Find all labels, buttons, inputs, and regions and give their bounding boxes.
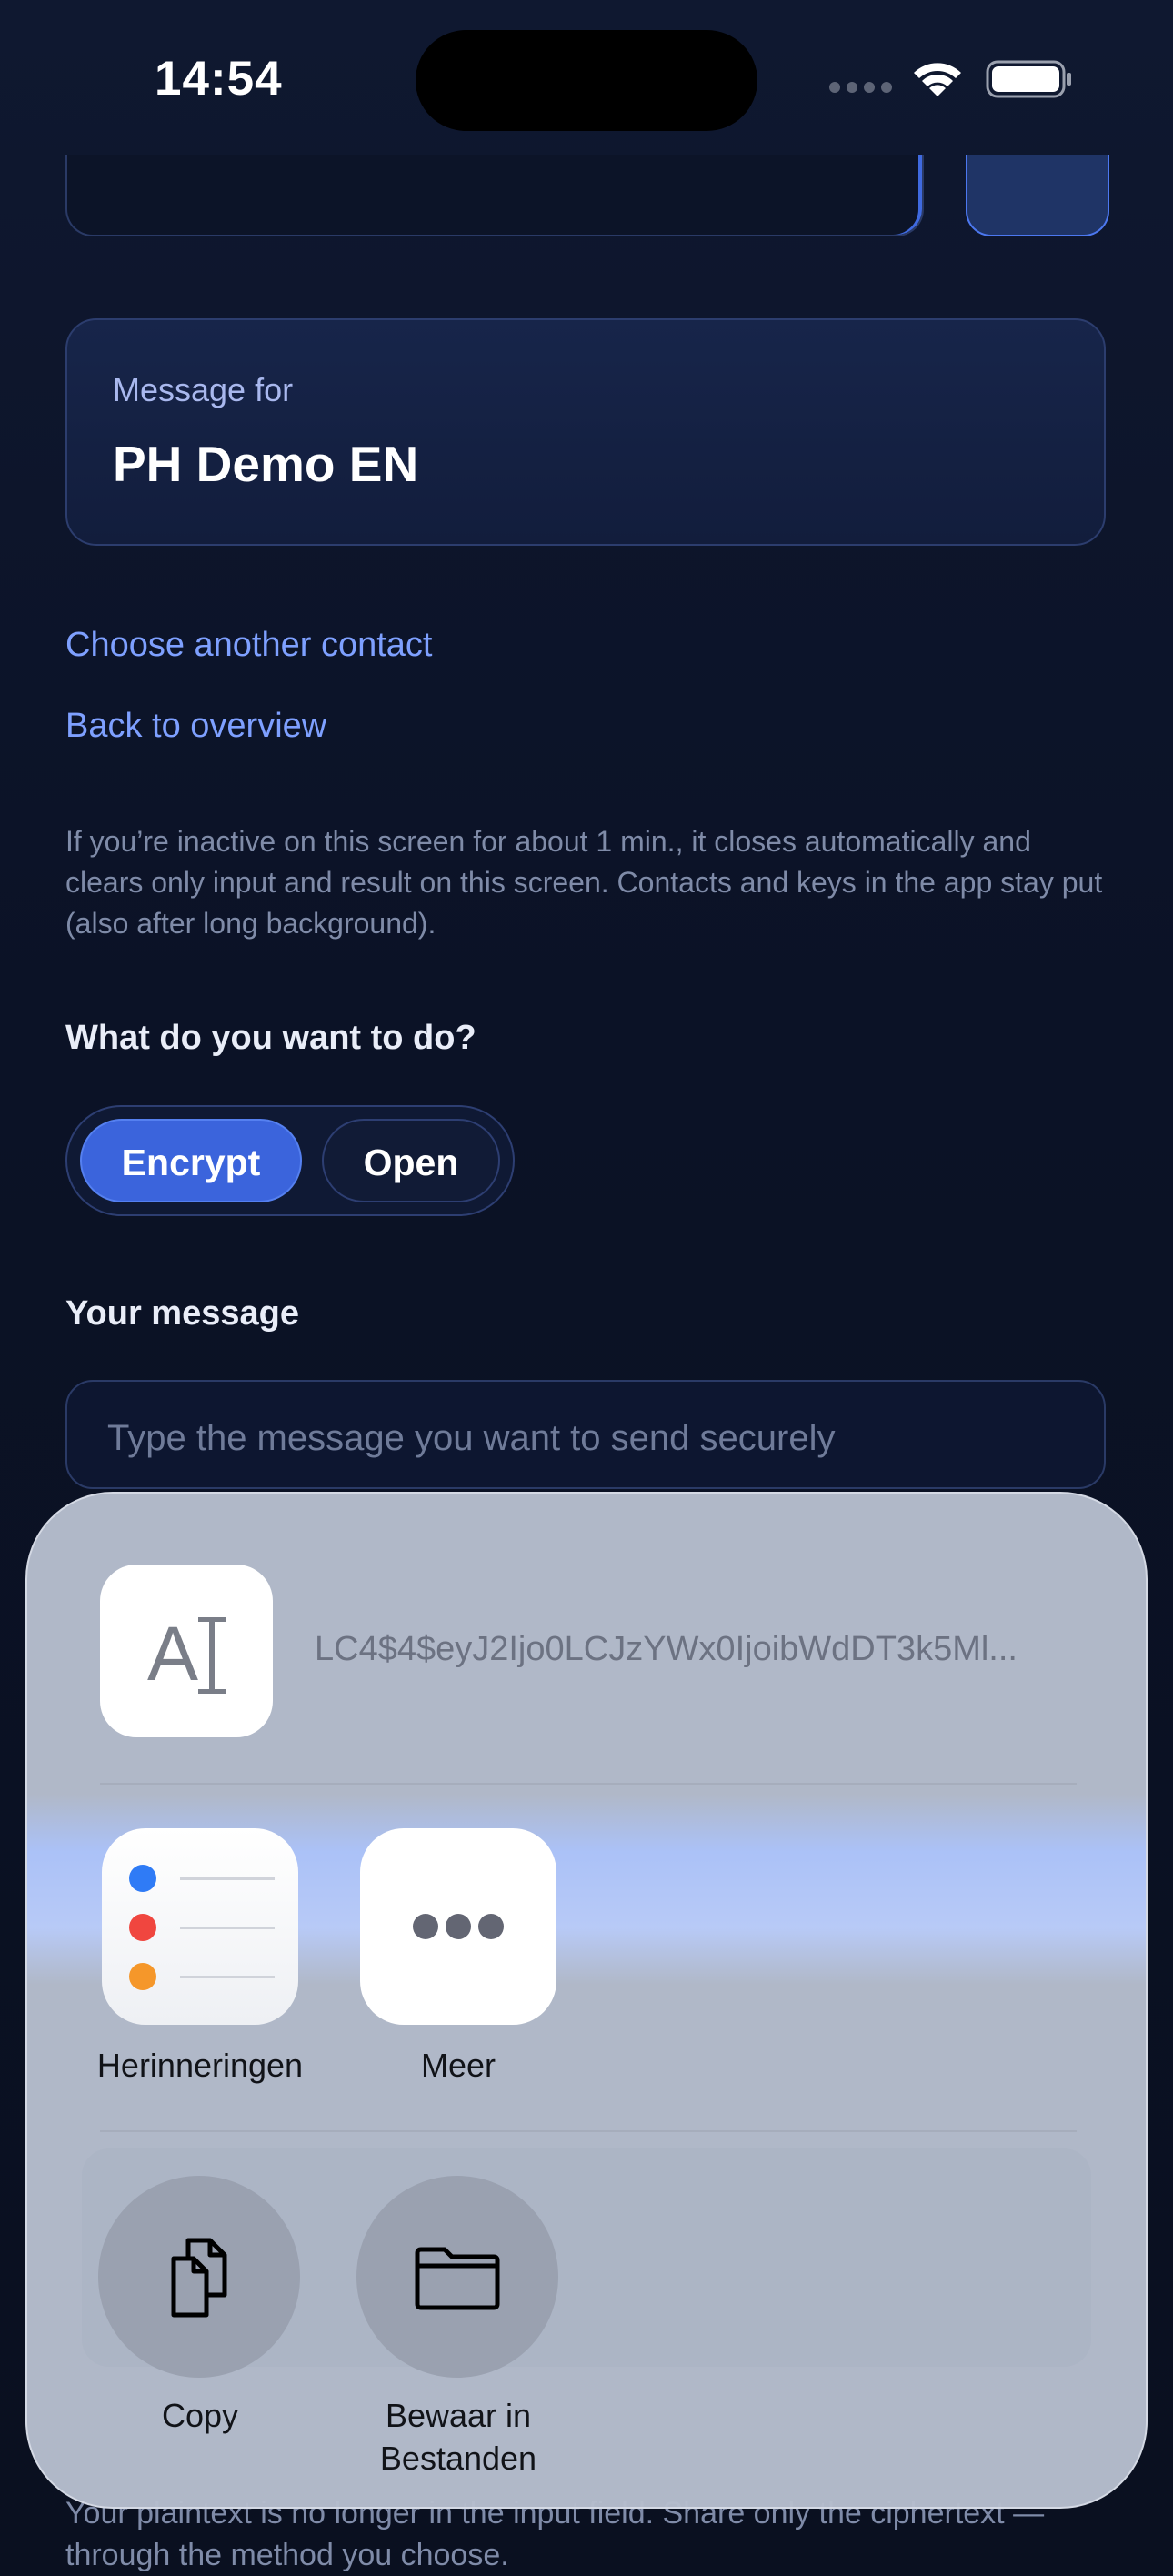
contact-card: Message for PH Demo EN bbox=[65, 318, 1106, 546]
more-icon[interactable] bbox=[360, 1828, 556, 2025]
top-input-field[interactable] bbox=[65, 155, 924, 236]
encrypt-button[interactable]: Encrypt bbox=[80, 1119, 302, 1202]
save-label-line1: Bewaar in bbox=[385, 2397, 532, 2434]
share-preview-text: LC4$4$eyJ2Ijo0LCJzYWx0IjoibWdDT3k5Ml... bbox=[315, 1630, 1018, 1668]
status-time: 14:54 bbox=[155, 52, 283, 106]
more-label: Meer bbox=[420, 2047, 496, 2084]
copy-button[interactable] bbox=[98, 2176, 300, 2378]
message-label: Your message bbox=[65, 1294, 299, 1333]
copy-icon bbox=[171, 2238, 227, 2318]
card-label: Message for bbox=[113, 371, 294, 408]
save-label-line2: Bestanden bbox=[379, 2440, 537, 2477]
save-to-files-button[interactable] bbox=[356, 2176, 558, 2378]
battery-icon bbox=[986, 60, 1071, 98]
sheet-divider bbox=[100, 1783, 1077, 1785]
share-sheet: A LC4$4$eyJ2Ijo0LCJzYWx0IjoibWdDT3k5Ml..… bbox=[25, 1492, 1148, 2509]
mode-segmented-control: Encrypt Open bbox=[65, 1105, 515, 1216]
copy-label: Copy bbox=[161, 2397, 239, 2434]
save-to-files-label: Bewaar in Bestanden bbox=[331, 2394, 586, 2480]
folder-icon bbox=[415, 2247, 500, 2310]
cellular-signal-icon bbox=[829, 82, 893, 96]
choose-another-contact-link[interactable]: Choose another contact bbox=[65, 626, 433, 665]
reminders-icon[interactable] bbox=[102, 1828, 298, 2025]
status-bar: 14:54 bbox=[0, 0, 1173, 159]
mode-label: What do you want to do? bbox=[65, 1019, 476, 1057]
sheet-divider bbox=[100, 2130, 1077, 2132]
contact-name: PH Demo EN bbox=[113, 436, 419, 492]
open-button[interactable]: Open bbox=[322, 1119, 500, 1202]
reminders-label: Herinneringen bbox=[96, 2047, 304, 2084]
message-placeholder: Type the message you want to send secure… bbox=[107, 1418, 836, 1458]
back-to-overview-link[interactable]: Back to overview bbox=[65, 707, 326, 746]
inactivity-note: If you’re inactive on this screen for ab… bbox=[65, 825, 1103, 940]
text-preview-icon: A bbox=[100, 1565, 273, 1737]
message-input[interactable]: Type the message you want to send secure… bbox=[65, 1380, 1106, 1489]
dynamic-island bbox=[416, 30, 757, 131]
top-action-button[interactable] bbox=[966, 155, 1109, 236]
wifi-icon bbox=[914, 63, 961, 96]
